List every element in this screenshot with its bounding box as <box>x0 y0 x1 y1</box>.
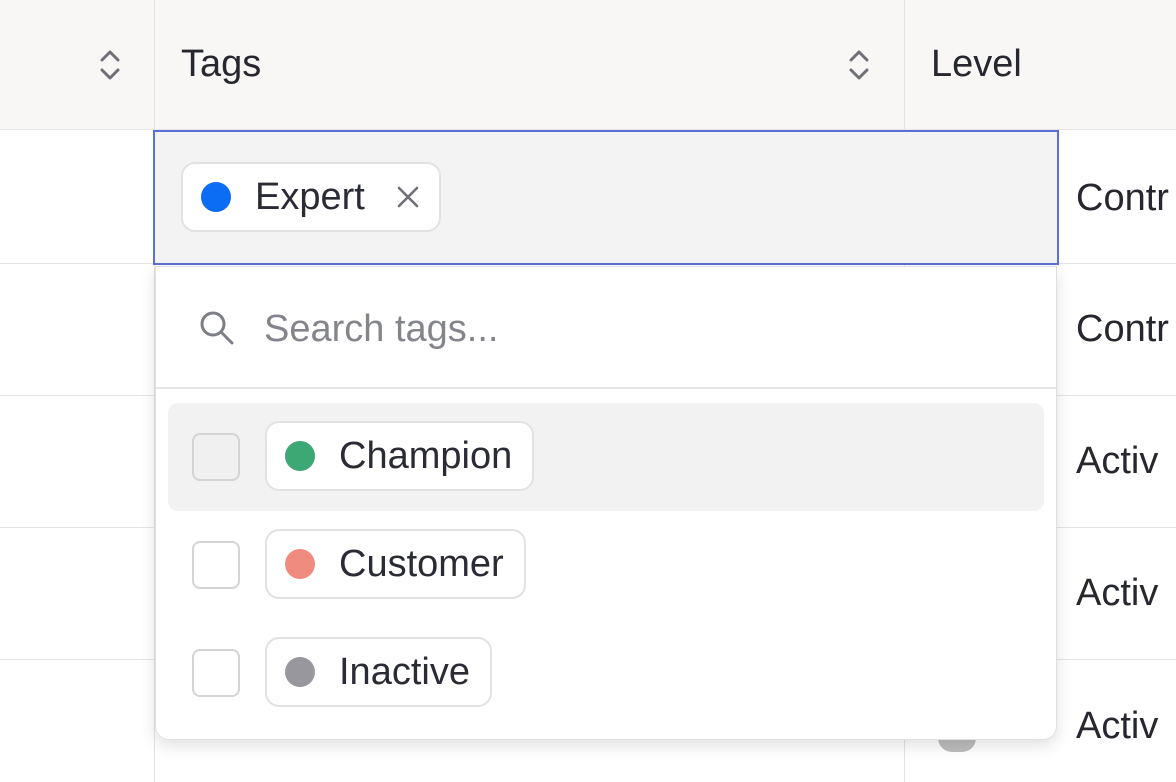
tag-chip-inactive: Inactive <box>265 637 492 707</box>
tag-color-dot <box>285 549 315 579</box>
level-cell[interactable]: Activ <box>1076 571 1158 615</box>
tag-option-label: Inactive <box>339 651 470 693</box>
tag-option-customer[interactable]: Customer <box>168 511 1044 619</box>
tag-option-label: Champion <box>339 435 513 477</box>
option-checkbox[interactable] <box>192 541 240 589</box>
close-icon[interactable] <box>395 184 421 210</box>
header-tags-label[interactable]: Tags <box>181 42 261 86</box>
tag-option-champion[interactable]: Champion <box>168 403 1044 511</box>
tag-chip-label: Expert <box>255 176 365 218</box>
header-level-label[interactable]: Level <box>931 42 1022 86</box>
tag-chip-expert: Expert <box>181 162 441 232</box>
sort-icon[interactable] <box>847 48 871 82</box>
search-row <box>156 267 1056 389</box>
search-icon <box>198 309 236 347</box>
tag-color-dot <box>285 657 315 687</box>
tag-cell-editor[interactable]: Expert <box>153 130 1059 265</box>
tag-option-label: Customer <box>339 543 504 585</box>
tag-dropdown: Champion Customer Inactive <box>155 266 1057 740</box>
tag-color-dot <box>285 441 315 471</box>
bell-icon <box>938 738 976 752</box>
level-cell[interactable]: Contr <box>1076 176 1169 220</box>
level-cell[interactable]: Activ <box>1076 704 1158 748</box>
tag-color-dot <box>201 182 231 212</box>
option-checkbox[interactable] <box>192 433 240 481</box>
search-input[interactable] <box>264 305 964 353</box>
sort-icon[interactable] <box>98 48 122 82</box>
tag-chip-customer: Customer <box>265 529 526 599</box>
level-cell[interactable]: Activ <box>1076 439 1158 483</box>
tag-option-inactive[interactable]: Inactive <box>168 619 1044 727</box>
tag-chip-champion: Champion <box>265 421 535 491</box>
level-cell[interactable]: Contr <box>1076 307 1169 351</box>
option-checkbox[interactable] <box>192 649 240 697</box>
